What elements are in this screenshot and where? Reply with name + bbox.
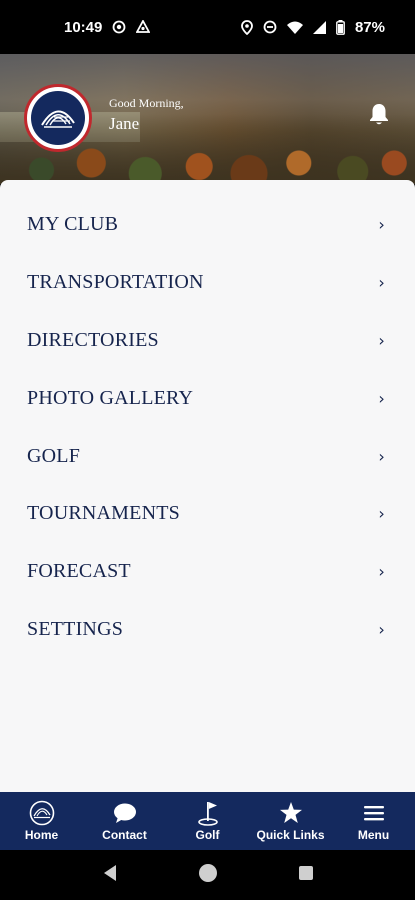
menu-item-transportation[interactable]: TRANSPORTATION › [0, 253, 415, 311]
menu-item-golf[interactable]: GOLF › [0, 427, 415, 485]
menu-item-photo-gallery[interactable]: PHOTO GALLERY › [0, 369, 415, 427]
nav-home[interactable]: Home [0, 792, 83, 850]
nav-label: Menu [357, 828, 390, 842]
menu-item-forecast[interactable]: FORECAST › [0, 542, 415, 600]
location-icon [241, 19, 253, 35]
notifications-bell-icon[interactable] [368, 102, 390, 131]
bottom-nav: Home Contact Golf Quick Links Menu [0, 792, 415, 850]
menu-item-label: DIRECTORIES [27, 328, 159, 351]
menu-item-settings[interactable]: SETTINGS › [0, 600, 415, 658]
hamburger-icon [363, 800, 385, 826]
signal-icon [312, 20, 326, 34]
menu-card: MY CLUB › TRANSPORTATION › DIRECTORIES ›… [0, 180, 415, 792]
battery-icon [336, 19, 345, 35]
status-time: 10:49 [64, 18, 103, 36]
menu-item-my-club[interactable]: MY CLUB › [0, 195, 415, 253]
home-icon[interactable] [198, 863, 218, 888]
menu-item-label: MY CLUB [27, 212, 119, 235]
nav-label: Golf [195, 828, 220, 842]
chevron-right-icon: › [378, 272, 385, 292]
club-logo[interactable] [24, 84, 92, 152]
club-logo-icon [31, 91, 85, 145]
android-nav-bar [0, 850, 415, 900]
recording-icon [112, 20, 126, 34]
wifi-icon [286, 21, 303, 34]
menu-item-label: PHOTO GALLERY [27, 386, 194, 409]
menu-item-label: FORECAST [27, 559, 131, 582]
recents-icon[interactable] [298, 865, 314, 886]
menu-item-label: GOLF [27, 444, 81, 467]
nav-contact[interactable]: Contact [83, 792, 166, 850]
nav-label: Home [24, 828, 59, 842]
user-name: Jane [109, 114, 140, 133]
back-icon[interactable] [102, 864, 118, 887]
chevron-right-icon: › [378, 330, 385, 350]
status-left: 10:49 [64, 18, 151, 36]
nav-menu[interactable]: Menu [332, 792, 415, 850]
club-logo-icon [29, 800, 55, 826]
menu-item-directories[interactable]: DIRECTORIES › [0, 311, 415, 369]
header-banner: Good Morning, Jane [0, 54, 415, 184]
chevron-right-icon: › [378, 446, 385, 466]
chevron-right-icon: › [378, 388, 385, 408]
nav-quick-links[interactable]: Quick Links [249, 792, 332, 850]
nav-label: Quick Links [256, 828, 325, 842]
menu-item-label: TOURNAMENTS [27, 501, 180, 524]
nav-label: Contact [102, 828, 147, 842]
chevron-right-icon: › [378, 561, 385, 581]
chevron-right-icon: › [378, 214, 385, 234]
battery-percent: 87% [354, 18, 385, 36]
vpn-icon [136, 20, 151, 34]
chat-bubble-icon [113, 800, 137, 826]
menu-item-label: TRANSPORTATION [27, 270, 204, 293]
menu-item-tournaments[interactable]: TOURNAMENTS › [0, 484, 415, 542]
greeting: Good Morning, Jane [109, 96, 184, 134]
greeting-text: Good Morning, [109, 96, 184, 110]
dnd-icon [263, 20, 277, 34]
menu-item-label: SETTINGS [27, 617, 124, 640]
chevron-right-icon: › [378, 619, 385, 639]
nav-golf[interactable]: Golf [166, 792, 249, 850]
status-right: 87% [241, 19, 385, 36]
golf-flag-icon [196, 800, 220, 826]
star-icon [279, 800, 303, 826]
status-bar: 10:49 87% [0, 0, 415, 54]
chevron-right-icon: › [378, 503, 385, 523]
